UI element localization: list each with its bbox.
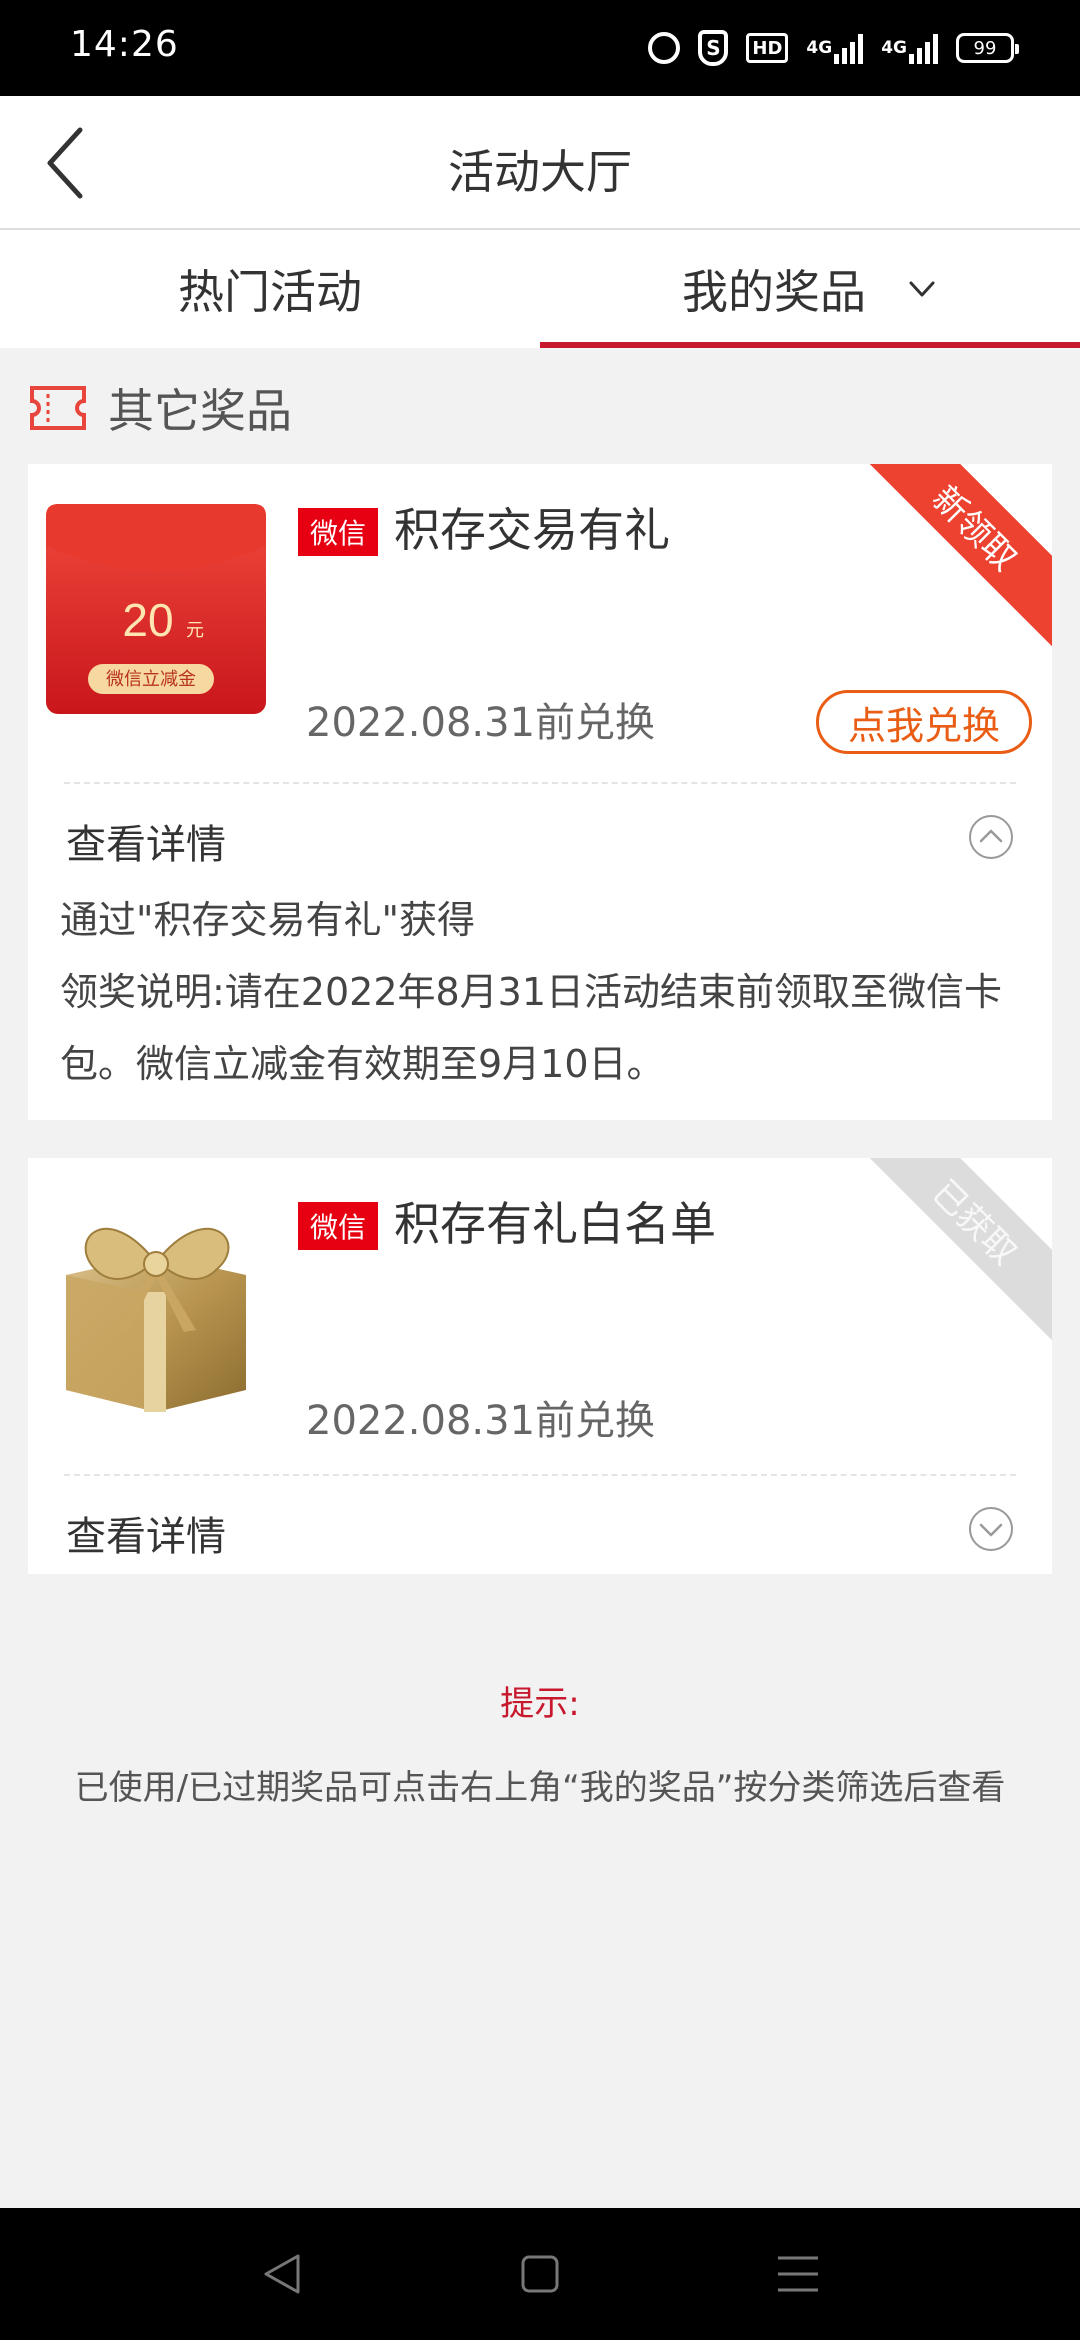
prize-card: 微信 积存有礼白名单 2022.08.31前兑换 已获取 查看详情	[28, 1158, 1052, 1574]
chevron-up-icon	[969, 815, 1013, 859]
tab-label: 我的奖品	[682, 265, 866, 319]
svg-text:20: 20	[122, 594, 173, 646]
signal-icon-2: 4G	[881, 32, 938, 64]
status-icons: S HD 4G 4G 99	[648, 26, 1019, 70]
page-title: 活动大厅	[448, 145, 632, 199]
section-title: 其它奖品	[108, 384, 292, 438]
brand-tag: 微信	[298, 1202, 379, 1250]
details-toggle[interactable]: 查看详情	[28, 784, 1052, 884]
signal-icon-1: 4G	[806, 32, 864, 64]
prize-name: 积存交易有礼	[394, 503, 670, 557]
svg-text:微信立减金: 微信立减金	[106, 669, 196, 690]
chevron-down-icon	[969, 1507, 1013, 1551]
details-text: 通过"积存交易有礼"获得 领奖说明:请在2022年8月31日活动结束前领取至微信…	[60, 884, 1024, 1100]
red-envelope-image: 20 元 微信立减金	[46, 504, 266, 714]
details-label: 查看详情	[66, 822, 226, 868]
nav-back-icon[interactable]	[252, 2244, 312, 2304]
svg-text:元: 元	[186, 620, 204, 641]
hd-icon: HD	[746, 33, 789, 63]
prize-card: 20 元 微信立减金 微信 积存交易有礼 2022.08.31前兑换 点我兑换 …	[28, 464, 1052, 1120]
expiry-date: 2022.08.31前兑换	[306, 700, 656, 746]
header: 活动大厅	[0, 96, 1080, 230]
battery-icon: 99	[956, 33, 1019, 63]
shield-icon: S	[698, 30, 729, 66]
ticket-icon	[30, 386, 86, 430]
section-header: 其它奖品	[28, 378, 292, 438]
prize-name: 积存有礼白名单	[394, 1197, 716, 1251]
status-ribbon: 新领取	[851, 464, 1052, 652]
expiry-date: 2022.08.31前兑换	[306, 1398, 656, 1444]
system-nav-bar	[0, 2208, 1080, 2340]
tab-hot-activities[interactable]: 热门活动	[0, 230, 540, 348]
tip-text: 已使用/已过期奖品可点击右上角“我的奖品”按分类筛选后查看	[74, 1768, 1006, 1808]
alarm-icon	[648, 32, 681, 64]
details-line: 通过"积存交易有礼"获得	[60, 898, 475, 942]
nav-menu-icon[interactable]	[768, 2244, 828, 2304]
status-time: 14:26	[70, 24, 179, 65]
details-label: 查看详情	[66, 1514, 226, 1560]
status-ribbon: 已获取	[851, 1158, 1052, 1346]
tab-bar: 热门活动 我的奖品	[0, 230, 1080, 348]
chevron-down-icon	[909, 281, 935, 297]
nav-home-icon[interactable]	[510, 2244, 570, 2304]
tab-my-prizes[interactable]: 我的奖品	[540, 230, 1080, 348]
details-toggle[interactable]: 查看详情	[28, 1476, 1052, 1574]
redeem-button[interactable]: 点我兑换	[816, 690, 1032, 754]
brand-tag: 微信	[298, 508, 379, 556]
status-bar: 14:26 S HD 4G 4G 99	[0, 0, 1080, 96]
tab-label: 热门活动	[178, 265, 362, 319]
tip-title: 提示:	[500, 1684, 580, 1724]
details-line: 领奖说明:请在2022年8月31日活动结束前领取至微信卡包。微信立减金有效期至9…	[60, 970, 1003, 1086]
gift-box-image	[66, 1227, 246, 1412]
